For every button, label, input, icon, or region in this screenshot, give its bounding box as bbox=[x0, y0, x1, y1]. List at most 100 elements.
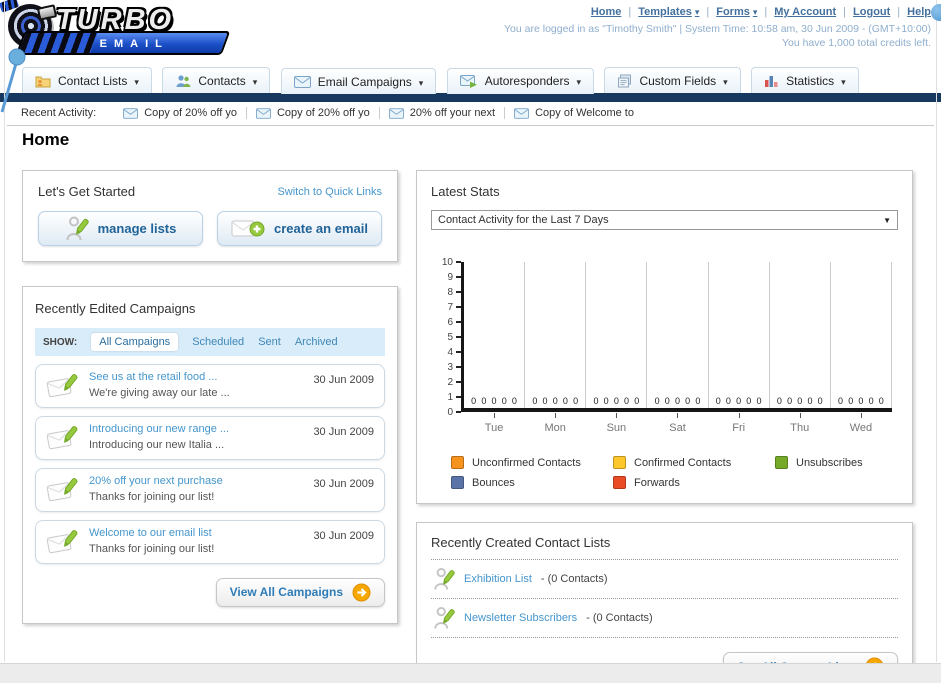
tab-email-campaigns[interactable]: Email Campaigns bbox=[280, 68, 437, 94]
separator bbox=[836, 6, 853, 18]
chart-day-group: 0 0 0 0 0 Fri bbox=[709, 262, 770, 434]
get-started-card: Let's Get Started Switch to Quick Links … bbox=[22, 170, 398, 262]
chart-day-group: 0 0 0 0 0 Tue bbox=[464, 262, 526, 434]
y-axis-tick-label: 6 bbox=[447, 316, 453, 328]
legend-label: Forwards bbox=[634, 476, 680, 489]
activity-item[interactable]: Copy of 20% off yo bbox=[247, 107, 380, 119]
legend-label: Unsubscribes bbox=[796, 456, 863, 469]
chart-value-label: 0 bbox=[491, 396, 497, 406]
chart-value-label: 0 bbox=[603, 396, 609, 406]
stats-period-dropdown[interactable]: Contact Activity for the Last 7 Days bbox=[431, 210, 898, 230]
chart-value-label: 0 bbox=[787, 396, 793, 406]
x-axis-label: Mon bbox=[544, 422, 566, 434]
create-email-button[interactable]: create an email bbox=[217, 211, 382, 246]
campaign-title-link[interactable]: Introducing our new range ... bbox=[89, 422, 303, 438]
legend-item: Forwards bbox=[613, 476, 775, 489]
person-pencil-icon bbox=[434, 607, 455, 629]
help-balloon-icon[interactable] bbox=[931, 4, 941, 21]
tab-label: Email Campaigns bbox=[317, 74, 412, 89]
tab-contact-lists[interactable]: Contact Lists bbox=[22, 67, 152, 93]
chart-value-label: 0 bbox=[878, 396, 884, 406]
chart-value-labels: 00000 bbox=[527, 396, 583, 406]
nav-link-forms[interactable]: Forms bbox=[716, 6, 757, 18]
contact-list-link[interactable]: Newsletter Subscribers bbox=[464, 612, 577, 624]
chart-value-label: 0 bbox=[481, 396, 487, 406]
envelope-plus-icon bbox=[231, 220, 265, 236]
activity-item-label: 20% off your next bbox=[409, 107, 496, 119]
nav-link-templates[interactable]: Templates bbox=[638, 6, 699, 18]
credits-status: You have 1,000 total credits left. bbox=[781, 37, 931, 49]
filter-sent[interactable]: Sent bbox=[258, 336, 281, 348]
campaign-date: 30 Jun 2009 bbox=[313, 477, 374, 490]
chart-value-label: 0 bbox=[858, 396, 864, 406]
chart-value-labels: 00000 bbox=[772, 396, 828, 406]
campaign-subtitle: Introducing our new Italia ... bbox=[89, 438, 225, 451]
legend-item: Confirmed Contacts bbox=[613, 456, 775, 469]
legend-swatch bbox=[451, 456, 464, 469]
nav-link-help[interactable]: Help bbox=[907, 6, 931, 18]
tab-label: Statistics bbox=[786, 73, 835, 88]
chevron-down-icon bbox=[134, 74, 139, 88]
y-axis-tick-label: 1 bbox=[447, 391, 453, 403]
tab-statistics[interactable]: Statistics bbox=[751, 67, 859, 93]
tab-label: Custom Fields bbox=[639, 73, 717, 88]
activity-item[interactable]: 20% off your next bbox=[380, 107, 506, 119]
activity-item[interactable]: Copy of Welcome to bbox=[505, 107, 643, 119]
navy-divider-bar bbox=[0, 93, 941, 102]
chevron-down-icon bbox=[576, 74, 581, 88]
filter-archived[interactable]: Archived bbox=[295, 336, 338, 348]
campaign-row[interactable]: Introducing our new range ... Introducin… bbox=[35, 415, 385, 460]
login-status: You are logged in as "Timothy Smith" | S… bbox=[504, 23, 931, 35]
campaign-row[interactable]: 20% off your next purchase Thanks for jo… bbox=[35, 467, 385, 512]
y-axis-tick-label: 10 bbox=[441, 256, 453, 268]
contact-list-row[interactable]: Newsletter Subscribers - (0 Contacts) bbox=[431, 599, 898, 638]
legend-item: Unsubscribes bbox=[775, 456, 898, 469]
switch-quick-links-link[interactable]: Switch to Quick Links bbox=[277, 186, 382, 198]
chart-y-axis: 10 9 8 7 6 5 4 3 2 1 0 bbox=[437, 257, 461, 418]
tab-autoresponders[interactable]: Autoresponders bbox=[446, 67, 594, 94]
y-axis-tick-label: 9 bbox=[447, 271, 453, 283]
tab-contacts[interactable]: Contacts bbox=[162, 67, 271, 93]
left-column: Let's Get Started Switch to Quick Links … bbox=[22, 170, 398, 683]
x-axis-label: Sat bbox=[669, 422, 686, 434]
campaign-subtitle: Thanks for joining our list! bbox=[89, 542, 215, 555]
tab-custom-fields[interactable]: Custom Fields bbox=[604, 67, 741, 93]
x-axis-label: Thu bbox=[790, 422, 810, 434]
campaign-row[interactable]: See us at the retail food ... We're givi… bbox=[35, 364, 385, 408]
nav-link-my-account[interactable]: My Account bbox=[774, 6, 836, 18]
view-all-campaigns-button[interactable]: View All Campaigns bbox=[215, 577, 385, 607]
activity-item[interactable]: Copy of 20% off yo bbox=[114, 107, 247, 119]
chart-value-label: 0 bbox=[664, 396, 670, 406]
separator bbox=[757, 6, 774, 18]
campaign-title-link[interactable]: See us at the retail food ... bbox=[89, 370, 303, 386]
campaigns-title: Recently Edited Campaigns bbox=[35, 301, 196, 316]
filter-all-campaigns[interactable]: All Campaigns bbox=[91, 333, 179, 351]
nav-link-home[interactable]: Home bbox=[591, 6, 622, 18]
chart-value-label: 0 bbox=[868, 396, 874, 406]
envelope-pencil-icon bbox=[46, 374, 78, 398]
chart-value-labels: 00000 bbox=[588, 396, 644, 406]
campaign-title-link[interactable]: 20% off your next purchase bbox=[89, 474, 303, 490]
filter-scheduled[interactable]: Scheduled bbox=[192, 336, 244, 348]
y-axis-tick-label: 8 bbox=[447, 286, 453, 298]
contact-list-link[interactable]: Exhibition List bbox=[464, 573, 532, 585]
envelope-icon bbox=[255, 107, 271, 119]
bar-chart-icon bbox=[765, 75, 778, 87]
chart-value-label: 0 bbox=[542, 396, 548, 406]
chevron-down-icon bbox=[253, 74, 258, 88]
chart-value-label: 0 bbox=[654, 396, 660, 406]
chart-day-group: 0 0 0 0 0 Sat bbox=[647, 262, 709, 434]
manage-lists-button[interactable]: manage lists bbox=[38, 211, 203, 246]
arrow-circle-icon bbox=[352, 583, 371, 601]
campaign-row[interactable]: Welcome to our email list Thanks for joi… bbox=[35, 519, 385, 564]
campaign-date: 30 Jun 2009 bbox=[313, 529, 374, 542]
nav-link-logout[interactable]: Logout bbox=[853, 6, 890, 18]
campaign-title-link[interactable]: Welcome to our email list bbox=[89, 526, 303, 542]
turbo-email-logo[interactable]: TURBO EMAIL bbox=[8, 4, 231, 62]
chart-value-label: 0 bbox=[695, 396, 701, 406]
contact-list-row[interactable]: Exhibition List - (0 Contacts) bbox=[431, 560, 898, 599]
envelope-arrow-icon bbox=[459, 74, 477, 88]
envelope-icon bbox=[388, 107, 404, 119]
create-email-label: create an email bbox=[274, 221, 368, 236]
legend-label: Unconfirmed Contacts bbox=[472, 456, 581, 469]
